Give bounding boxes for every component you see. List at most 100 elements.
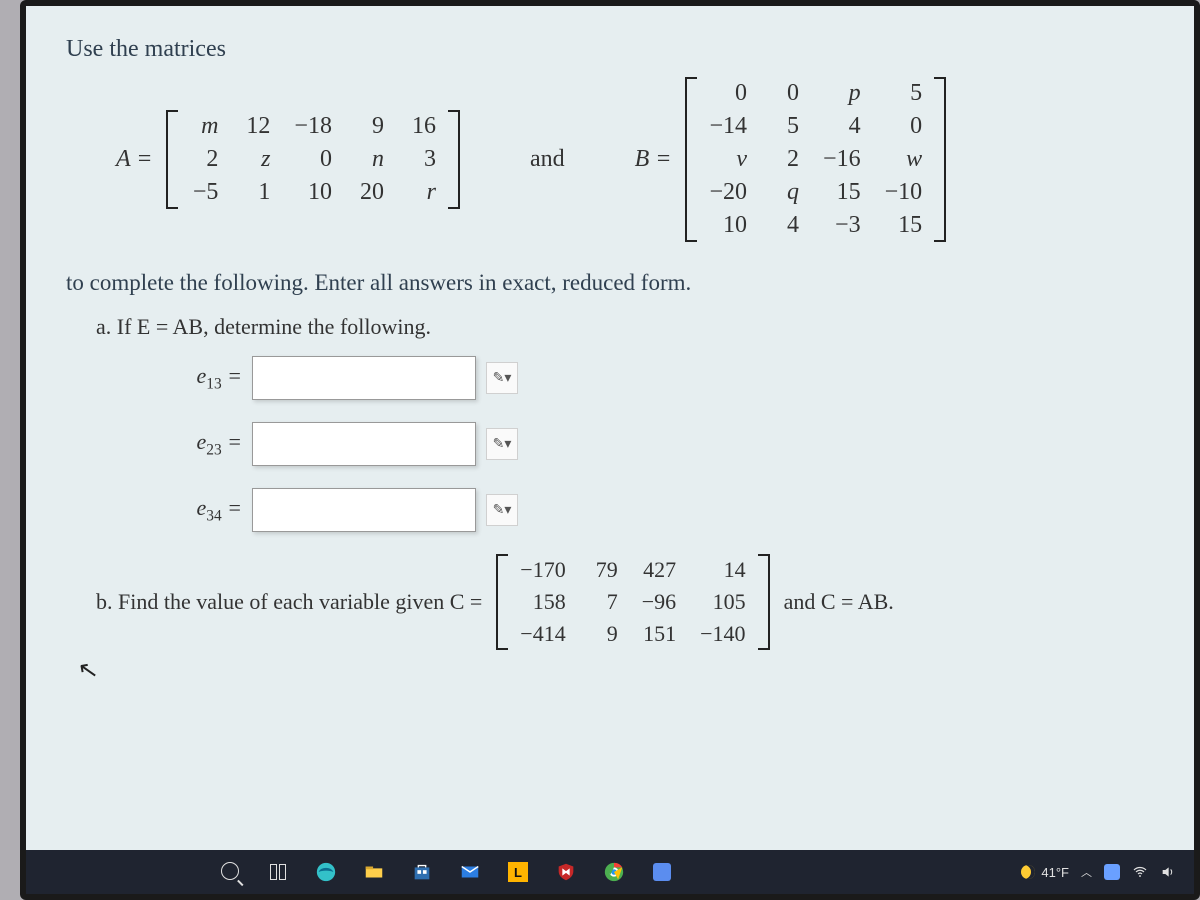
matrix-b: 0 0 p 5 −14 5 4 0 [685,77,946,242]
cell: 5 [873,77,935,110]
cell: −96 [630,586,688,618]
right-bracket [934,77,946,242]
left-bracket [685,77,697,242]
cell: 105 [688,586,757,618]
cell: 0 [873,110,935,143]
app-l-button[interactable]: L [496,852,540,892]
cell: 7 [578,586,630,618]
instruction-text: to complete the following. Enter all ans… [66,270,1134,296]
cell: n [344,143,396,176]
intro-text: Use the matrices [66,36,1134,63]
cell: 79 [578,554,630,586]
part-b-suffix: and C = AB. [784,589,894,615]
store-button[interactable] [400,852,444,892]
cell: r [396,176,448,209]
answer-label: e34 = [186,495,242,525]
cell: −3 [811,209,873,242]
chrome-icon [603,861,625,883]
cell: 10 [282,176,344,209]
cell: m [178,110,230,143]
cell: 15 [811,176,873,209]
question-content: Use the matrices A = m 12 −18 9 [26,6,1194,849]
cell: −170 [508,554,577,586]
matrix-b-label: B = [635,146,672,173]
cell: q [759,176,811,209]
cell: 4 [759,209,811,242]
mcafee-button[interactable] [544,852,588,892]
matrix-c-table: −170 79 427 14 158 7 −96 105 −414 [508,554,757,650]
matrix-b-block: B = 0 0 p 5 −14 5 [635,77,947,242]
formula-button[interactable]: ✎▾ [486,362,518,394]
cell: −414 [508,618,577,650]
cell: 0 [759,77,811,110]
mail-button[interactable] [448,852,492,892]
task-view-icon [270,864,286,880]
formula-button[interactable]: ✎▾ [486,428,518,460]
cell: 10 [697,209,759,242]
tray-app-icon[interactable] [1104,864,1120,880]
cell: 14 [688,554,757,586]
cell: 158 [508,586,577,618]
tray-expand-button[interactable]: ︿ [1081,864,1092,880]
cell: −14 [697,110,759,143]
edge-icon [315,861,337,883]
cell: −10 [873,176,935,209]
right-bracket [448,110,460,209]
task-view-button[interactable] [256,852,300,892]
pencil-icon: ✎▾ [493,436,512,453]
cursor-icon: ↖ [76,654,101,686]
cell: 9 [344,110,396,143]
edge-button[interactable] [304,852,348,892]
app-icon [653,863,671,881]
chrome-button[interactable] [592,852,636,892]
pinned-app-button[interactable] [640,852,684,892]
answer-label: e13 = [186,363,242,393]
cell: 2 [759,143,811,176]
pencil-icon: ✎▾ [493,370,512,387]
cell: w [873,143,935,176]
right-bracket [758,554,770,650]
mail-icon [459,861,481,883]
part-b: b. Find the value of each variable given… [96,554,1134,650]
search-button[interactable] [208,852,252,892]
speaker-icon[interactable] [1160,864,1176,880]
cell: p [811,77,873,110]
cell: 12 [230,110,282,143]
answer-input-e13[interactable] [252,356,476,400]
part-a-prompt: a. If E = AB, determine the following. [96,314,1134,340]
system-tray: 41°F ︿ [1011,864,1186,880]
folder-icon [363,861,385,883]
cell: 0 [282,143,344,176]
cell: −5 [178,176,230,209]
matrix-a-block: A = m 12 −18 9 16 2 [116,110,460,209]
moon-icon [1021,865,1035,879]
cell: −140 [688,618,757,650]
left-bracket [496,554,508,650]
and-text: and [530,146,565,173]
cell: −16 [811,143,873,176]
answer-input-e23[interactable] [252,422,476,466]
pencil-icon: ✎▾ [493,502,512,519]
cell: −20 [697,176,759,209]
cell: 427 [630,554,688,586]
cell: 3 [396,143,448,176]
part-b-prefix: b. Find the value of each variable given… [96,589,482,615]
store-icon [411,861,433,883]
weather-temp: 41°F [1041,865,1069,880]
cell: 16 [396,110,448,143]
monitor-bezel: Use the matrices A = m 12 −18 9 [20,0,1200,900]
wifi-icon[interactable] [1132,864,1148,880]
matrix-a: m 12 −18 9 16 2 z 0 n 3 [166,110,460,209]
cell: 0 [697,77,759,110]
explorer-button[interactable] [352,852,396,892]
weather-widget[interactable]: 41°F [1021,865,1069,880]
answer-row-e23: e23 = ✎▾ [186,422,1134,466]
letter-l-icon: L [508,862,528,882]
cell: 2 [178,143,230,176]
cell: z [230,143,282,176]
matrix-c: −170 79 427 14 158 7 −96 105 −414 [496,554,769,650]
cell: 20 [344,176,396,209]
cell: 151 [630,618,688,650]
answer-input-e34[interactable] [252,488,476,532]
formula-button[interactable]: ✎▾ [486,494,518,526]
